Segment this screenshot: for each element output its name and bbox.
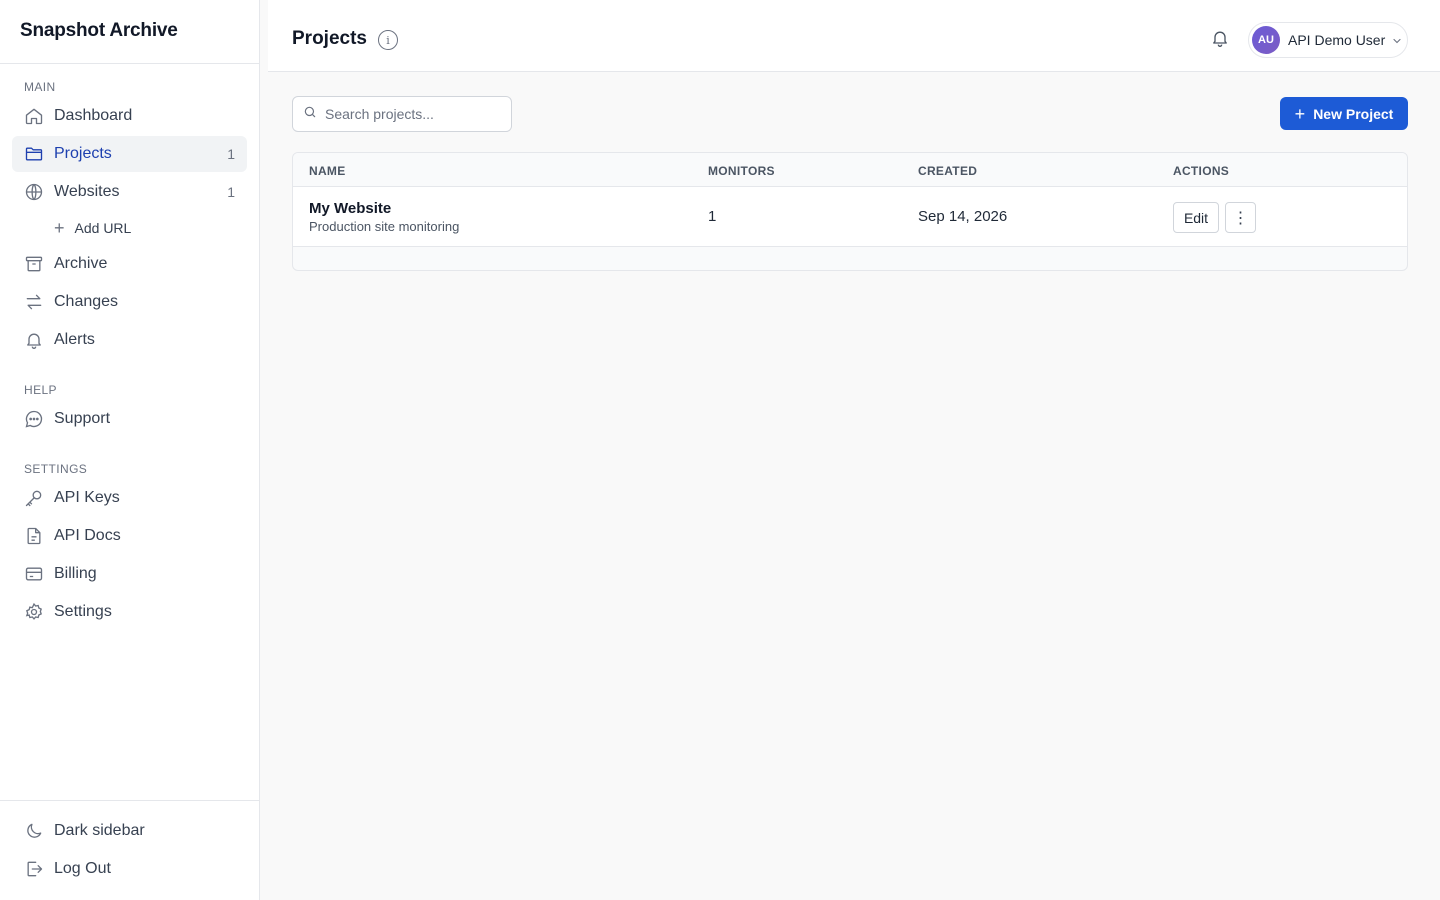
sidebar-item-label: API Keys (54, 489, 120, 506)
sidebar-item-websites[interactable]: Websites 1 (12, 174, 247, 210)
user-menu[interactable]: AU API Demo User (1248, 22, 1408, 58)
sidebar-item-add-url[interactable]: + Add URL (54, 216, 131, 240)
sidebar-item-archive[interactable]: Archive (12, 246, 247, 282)
project-name[interactable]: My Website (309, 200, 459, 217)
document-icon (24, 526, 44, 546)
chevron-down-icon (1391, 34, 1403, 46)
sidebar-item-billing[interactable]: Billing (12, 556, 247, 592)
edit-button[interactable]: Edit (1173, 202, 1219, 233)
dark-sidebar-toggle[interactable]: Dark sidebar (12, 813, 247, 849)
gear-icon (24, 602, 44, 622)
sidebar-item-label: Billing (54, 565, 97, 582)
info-icon[interactable]: i (378, 30, 398, 50)
search-input[interactable] (325, 106, 495, 122)
moon-icon (24, 821, 44, 841)
plus-icon: + (1294, 103, 1306, 124)
table-header: NAME MONITORS CREATED ACTIONS (293, 153, 1407, 187)
sidebar-item-label: Websites (54, 183, 120, 200)
column-header-monitors[interactable]: MONITORS (708, 164, 775, 178)
project-created: Sep 14, 2026 (918, 208, 1008, 225)
app-title: Snapshot Archive (0, 0, 259, 64)
avatar: AU (1252, 26, 1280, 54)
sidebar-item-label: Archive (54, 255, 108, 272)
folder-icon (24, 144, 44, 164)
swap-arrows-icon (24, 292, 44, 312)
column-header-created[interactable]: CREATED (918, 164, 977, 178)
dark-sidebar-label: Dark sidebar (54, 822, 145, 839)
sidebar-item-label: Add URL (74, 220, 132, 236)
sidebar-item-label: Alerts (54, 331, 95, 348)
notifications-bell-icon[interactable] (1210, 28, 1230, 48)
sidebar-item-alerts[interactable]: Alerts (12, 322, 247, 358)
section-label-help: HELP (24, 383, 57, 397)
project-monitors: 1 (708, 208, 717, 225)
home-icon (24, 106, 44, 126)
archive-icon (24, 254, 44, 274)
section-label-main: MAIN (24, 80, 56, 94)
projects-count-badge: 1 (227, 146, 235, 162)
key-icon (24, 488, 44, 508)
user-name: API Demo User (1288, 32, 1386, 48)
plus-icon: + (54, 218, 65, 238)
page-title: Projects (292, 28, 367, 49)
sidebar-item-label: Settings (54, 603, 112, 620)
project-description: Production site monitoring (309, 219, 460, 234)
sidebar-item-changes[interactable]: Changes (12, 284, 247, 320)
section-label-settings: SETTINGS (24, 462, 88, 476)
more-options-icon[interactable]: ⋮ (1225, 202, 1256, 233)
search-icon (303, 105, 317, 124)
bell-icon (24, 330, 44, 350)
sidebar-item-label: API Docs (54, 527, 121, 544)
top-bar: Projects i AU API Demo User (268, 0, 1440, 72)
project-name-cell: My Website Production site monitoring (309, 200, 459, 234)
logout-label: Log Out (54, 860, 111, 877)
sidebar-item-label: Support (54, 410, 111, 427)
credit-card-icon (24, 564, 44, 584)
column-header-actions: ACTIONS (1173, 164, 1230, 178)
sidebar-item-dashboard[interactable]: Dashboard (12, 98, 247, 134)
sidebar-footer (0, 800, 259, 801)
sidebar-item-label: Changes (54, 293, 119, 310)
search-box (292, 96, 512, 132)
table-row[interactable]: My Website Production site monitoring 1 … (293, 187, 1407, 247)
websites-count-badge: 1 (227, 184, 235, 200)
sidebar-item-api-docs[interactable]: API Docs (12, 518, 247, 554)
logout-button[interactable]: Log Out (12, 851, 247, 887)
sidebar-item-api-keys[interactable]: API Keys (12, 480, 247, 516)
new-project-label: New Project (1313, 105, 1394, 122)
globe-icon (24, 182, 44, 202)
sidebar-item-label: Dashboard (54, 107, 133, 124)
chat-icon (24, 409, 44, 429)
sidebar-item-settings[interactable]: Settings (12, 594, 247, 630)
sidebar-item-label: Projects (54, 145, 112, 162)
projects-table: NAME MONITORS CREATED ACTIONS My Website… (292, 152, 1408, 271)
column-header-name[interactable]: NAME (309, 164, 346, 178)
sidebar-item-projects[interactable]: Projects 1 (12, 136, 247, 172)
sidebar: Snapshot Archive MAIN Dashboard Projects… (0, 0, 260, 900)
logout-icon (24, 859, 44, 879)
new-project-button[interactable]: + New Project (1280, 97, 1408, 130)
sidebar-item-support[interactable]: Support (12, 401, 247, 437)
